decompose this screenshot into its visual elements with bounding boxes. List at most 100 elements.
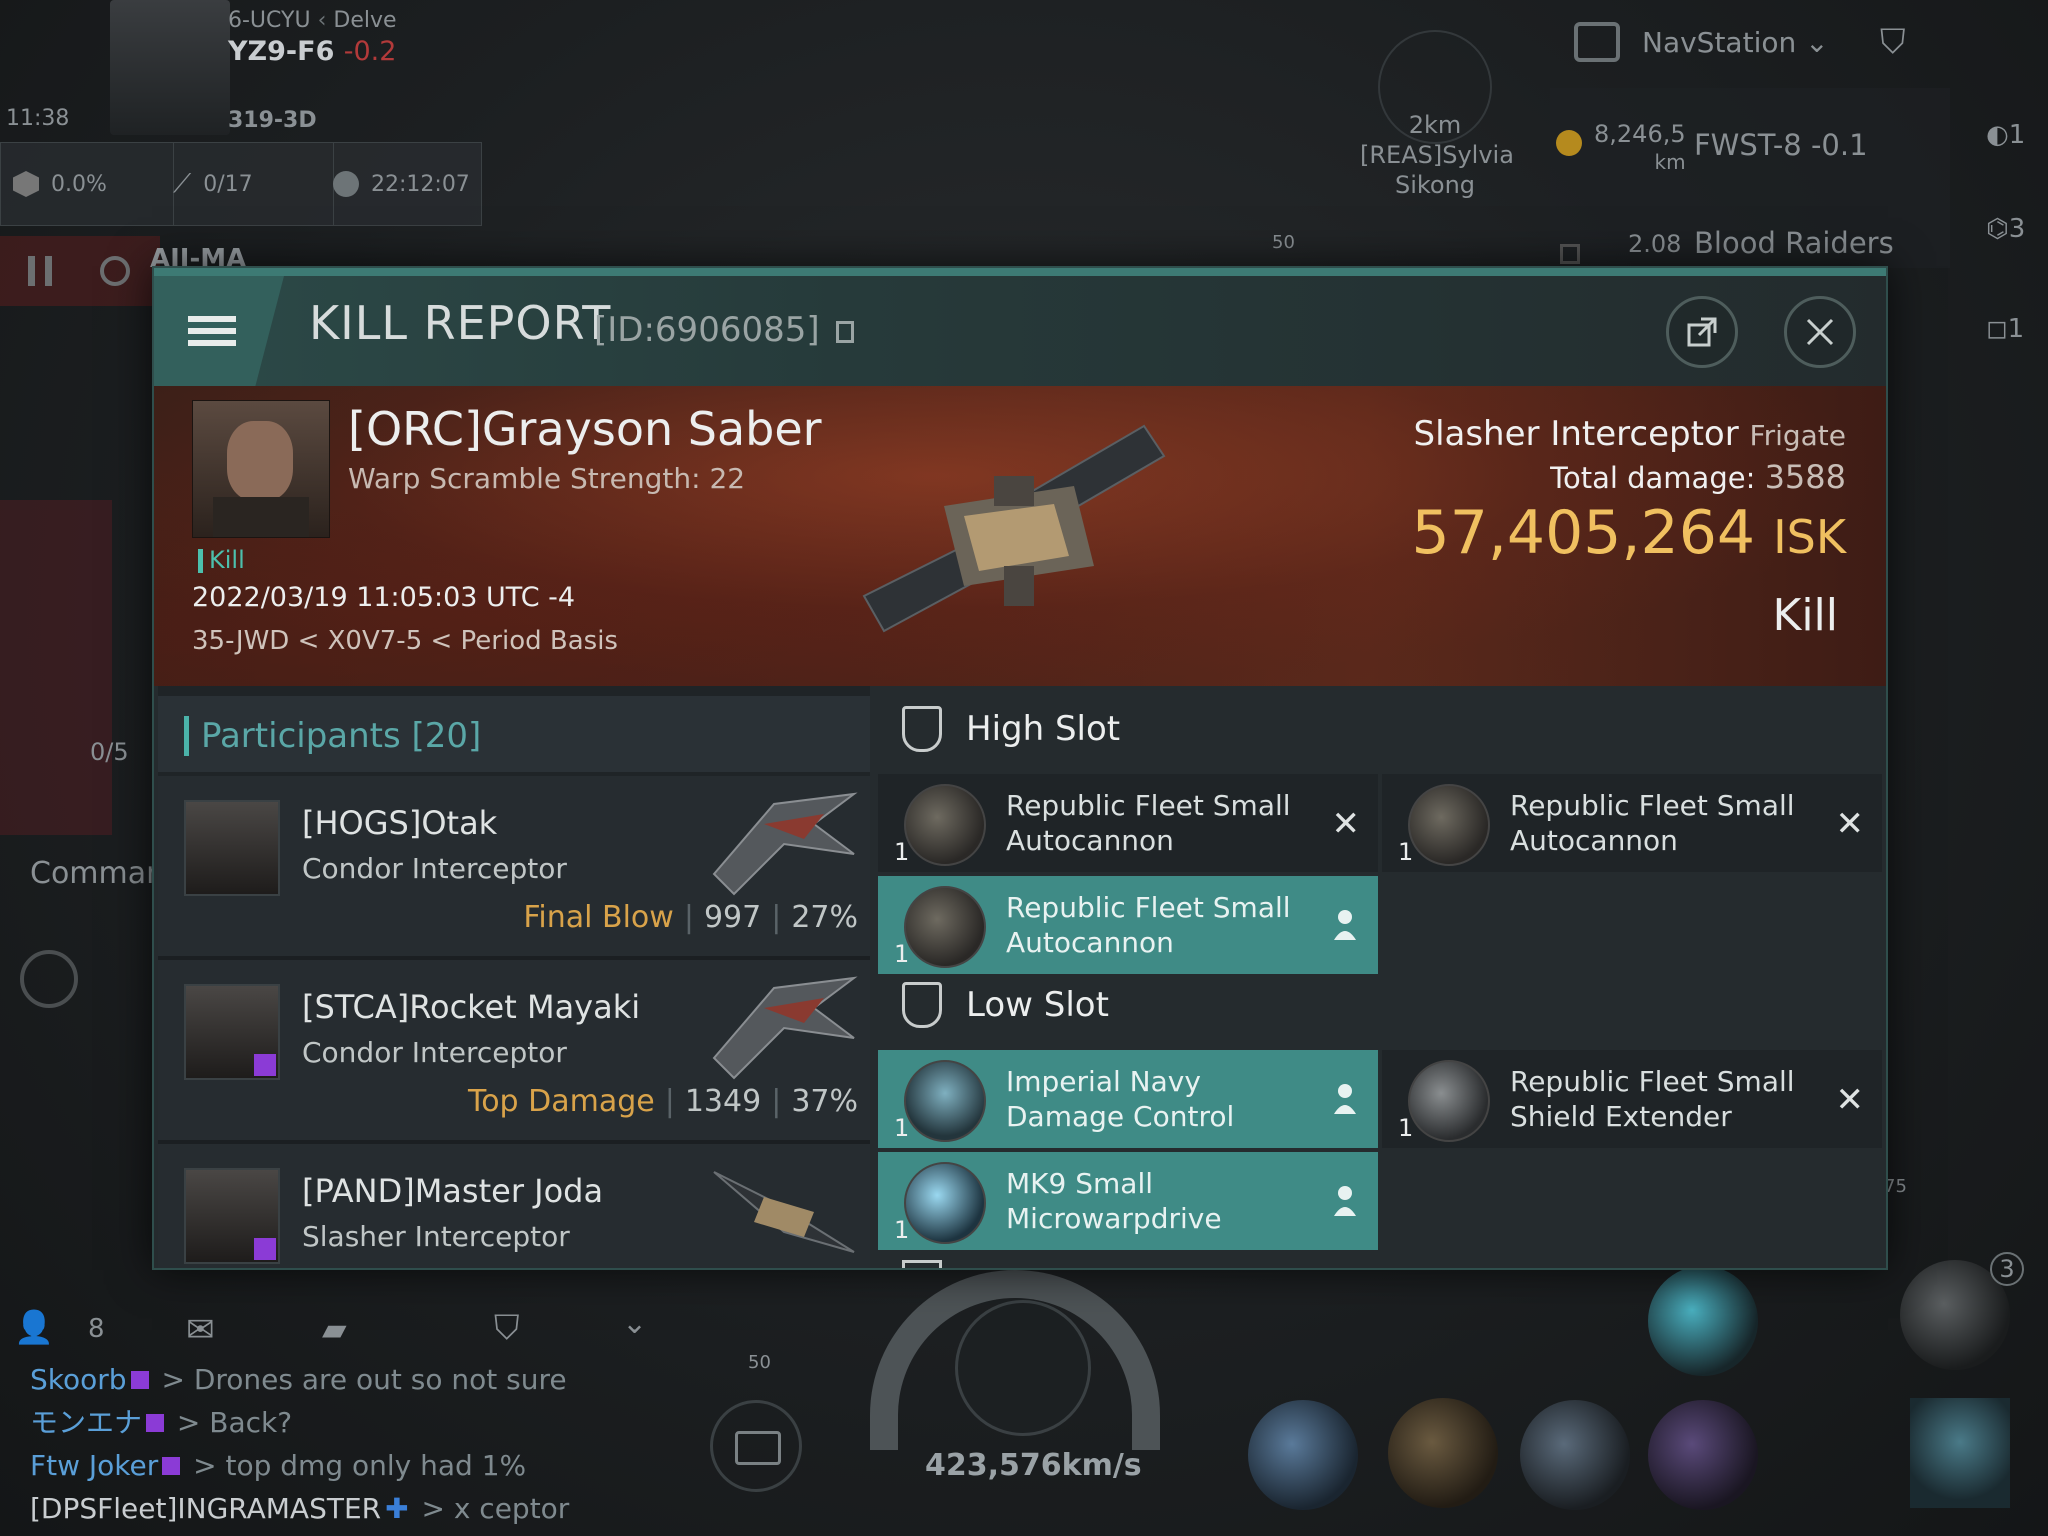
module-item[interactable]: 1 Republic Fleet Small Autocannon ✕ [878,774,1378,872]
module-slot-dc[interactable] [1910,1398,2010,1508]
shield-extender-icon [1408,1060,1490,1142]
close-button[interactable] [1784,296,1856,368]
participant-stats: Final Blow | 997 | 27% [523,900,858,935]
participant-row[interactable]: [PAND]Master Joda Slasher Interceptor [158,1144,870,1268]
region-label: 6-UCYU ‹ Delve [228,8,397,33]
chat-line: Skoorb > Drones are out so not sure [30,1363,567,1396]
compass-tick-50a: 50 [1272,232,1295,253]
participant-ship: Condor Interceptor [302,852,567,885]
module-slot-mwd[interactable] [1648,1266,1758,1376]
sphere-icon: ◐ [1986,120,2009,150]
destroyed-icon: ✕ [1835,804,1865,844]
victim-portrait[interactable] [192,400,330,538]
module-item[interactable]: 1 Republic Fleet Small Autocannon [878,876,1378,974]
chat-log[interactable]: Skoorb > Drones are out so not sure モンエナ… [30,1358,590,1530]
module-item[interactable]: 1 MK9 Small Microwarpdrive [878,1152,1378,1250]
participant-name: [HOGS]Otak [302,804,498,842]
pause-icon[interactable] [28,256,52,286]
corp-badge [254,1238,276,1260]
menu-button[interactable] [154,276,284,386]
window-accent [154,268,1886,276]
warp-icon[interactable] [100,256,130,286]
victim-name[interactable]: [ORC]Grayson Saber [348,402,822,456]
chat-line: Ftw Joker > top dmg only had 1% [30,1449,527,1482]
box-icon: ◻ [1986,314,2008,344]
overview-row-2-dist[interactable]: 2.08 [1628,230,1681,258]
members-icon[interactable]: 👤 [14,1308,54,1346]
pilot-portrait[interactable] [110,0,230,135]
isk-value: 57,405,264 ISK [1411,498,1846,568]
navstation-icon[interactable] [1574,22,1620,62]
module-quantity: 1 [1398,1114,1414,1142]
hamburger-icon [188,310,236,352]
side-counter-1[interactable]: ◐1 [1986,120,2025,150]
timer-stat[interactable]: 22:12:07 [321,143,493,225]
chart-icon: ⟋ [173,168,192,199]
chat-filter-icon[interactable]: ⛉ [494,1308,520,1348]
module-slot-2[interactable] [1388,1398,1498,1508]
close-icon [1806,318,1834,346]
module-quantity: 1 [894,940,910,968]
damage-control-icon [904,1060,986,1142]
target-icon[interactable] [20,950,78,1008]
module-name: Republic Fleet Small Shield Extender [1510,1065,1795,1133]
module-slot-3[interactable] [1520,1400,1630,1510]
title-bar: KILL REPORT [ID:6906085] [154,276,1886,386]
compass-tick-50b: 50 [748,1352,771,1373]
copy-icon[interactable] [836,320,855,343]
participants-panel: Participants [20] [HOGS]Otak Condor Inte… [158,686,870,1268]
speed-control[interactable] [955,1300,1091,1436]
module-quantity: 1 [894,1114,910,1142]
avatar[interactable] [184,1168,280,1264]
module-item[interactable]: 1 Imperial Navy Damage Control [878,1050,1378,1148]
person-icon [1334,1186,1356,1216]
system-name[interactable]: YZ9-F6 -0.2 [228,36,396,67]
destroyed-icon: ✕ [1835,1080,1865,1120]
participants-header[interactable]: Participants [20] [158,696,870,772]
module-quantity: 1 [1398,838,1414,866]
report-id[interactable]: [ID:6906085] [594,310,855,350]
module-slot-1[interactable] [1248,1400,1358,1510]
chat-collapse-icon[interactable]: ⌄ [622,1306,647,1341]
cargo-stat[interactable]: 0.0% [1,143,174,225]
overview-row-1-dist[interactable]: 8,246,5 km [1594,120,1686,176]
camera-button[interactable] [710,1400,802,1492]
avatar[interactable] [184,984,280,1080]
progress-stat[interactable]: ⟋ 0/17 [161,143,334,225]
speed-readout: 423,576km/s [925,1448,1142,1483]
command-label: Comman [30,856,166,891]
participant-row[interactable]: [STCA]Rocket Mayaki Condor Interceptor T… [158,960,870,1144]
overview-row-1-name[interactable]: FWST-8 -0.1 [1694,128,1868,162]
module-name: Imperial Navy Damage Control [1006,1065,1235,1133]
participant-ship: Condor Interceptor [302,1036,567,1069]
side-counter-2[interactable]: ⌬3 [1986,214,2025,244]
module-item[interactable]: 1 Republic Fleet Small Autocannon ✕ [1382,774,1882,872]
station-icon [1556,130,1582,156]
kill-location[interactable]: 35-JWD < X0V7-5 < Period Basis [192,626,618,656]
planet-icon [333,171,359,197]
module-slot-4[interactable] [1648,1400,1758,1510]
cube-icon [13,171,39,197]
module-name: MK9 Small Microwarpdrive [1006,1167,1222,1235]
module-item[interactable]: 1 Republic Fleet Small Shield Extender ✕ [1382,1050,1882,1148]
clock: 11:38 [6,106,70,131]
mail-icon[interactable]: ✉ [186,1310,215,1350]
side-counter-3[interactable]: ◻1 [1986,314,2024,344]
share-button[interactable] [1666,296,1738,368]
participants-title: Participants [20] [184,716,481,756]
participant-stats: Top Damage | 1349 | 37% [467,1084,858,1119]
participant-row[interactable]: [HOGS]Otak Condor Interceptor Final Blow… [158,776,870,960]
victim-ship[interactable]: Slasher Interceptor Frigate [1413,414,1846,454]
filter-icon[interactable]: ⛉ [1880,22,1906,62]
fitting-panel: High Slot 1 Republic Fleet Small Autocan… [872,686,1886,1268]
overview-row-2-name[interactable]: Blood Raiders [1694,226,1894,260]
navstation-dropdown[interactable]: NavStation ⌄ [1642,26,1829,59]
victim-subtitle: Warp Scramble Strength: 22 [348,462,746,495]
avatar[interactable] [184,800,280,896]
total-damage: Total damage: 3588 [1550,458,1846,496]
chevron-down-icon: ⌄ [1805,26,1829,59]
chat-bubble-icon[interactable]: ▰ [322,1310,347,1348]
kill-datetime: 2022/03/19 11:05:03 UTC -4 [192,582,576,613]
ship-class: Frigate [1749,419,1847,452]
victim-ship-image [862,424,1166,633]
